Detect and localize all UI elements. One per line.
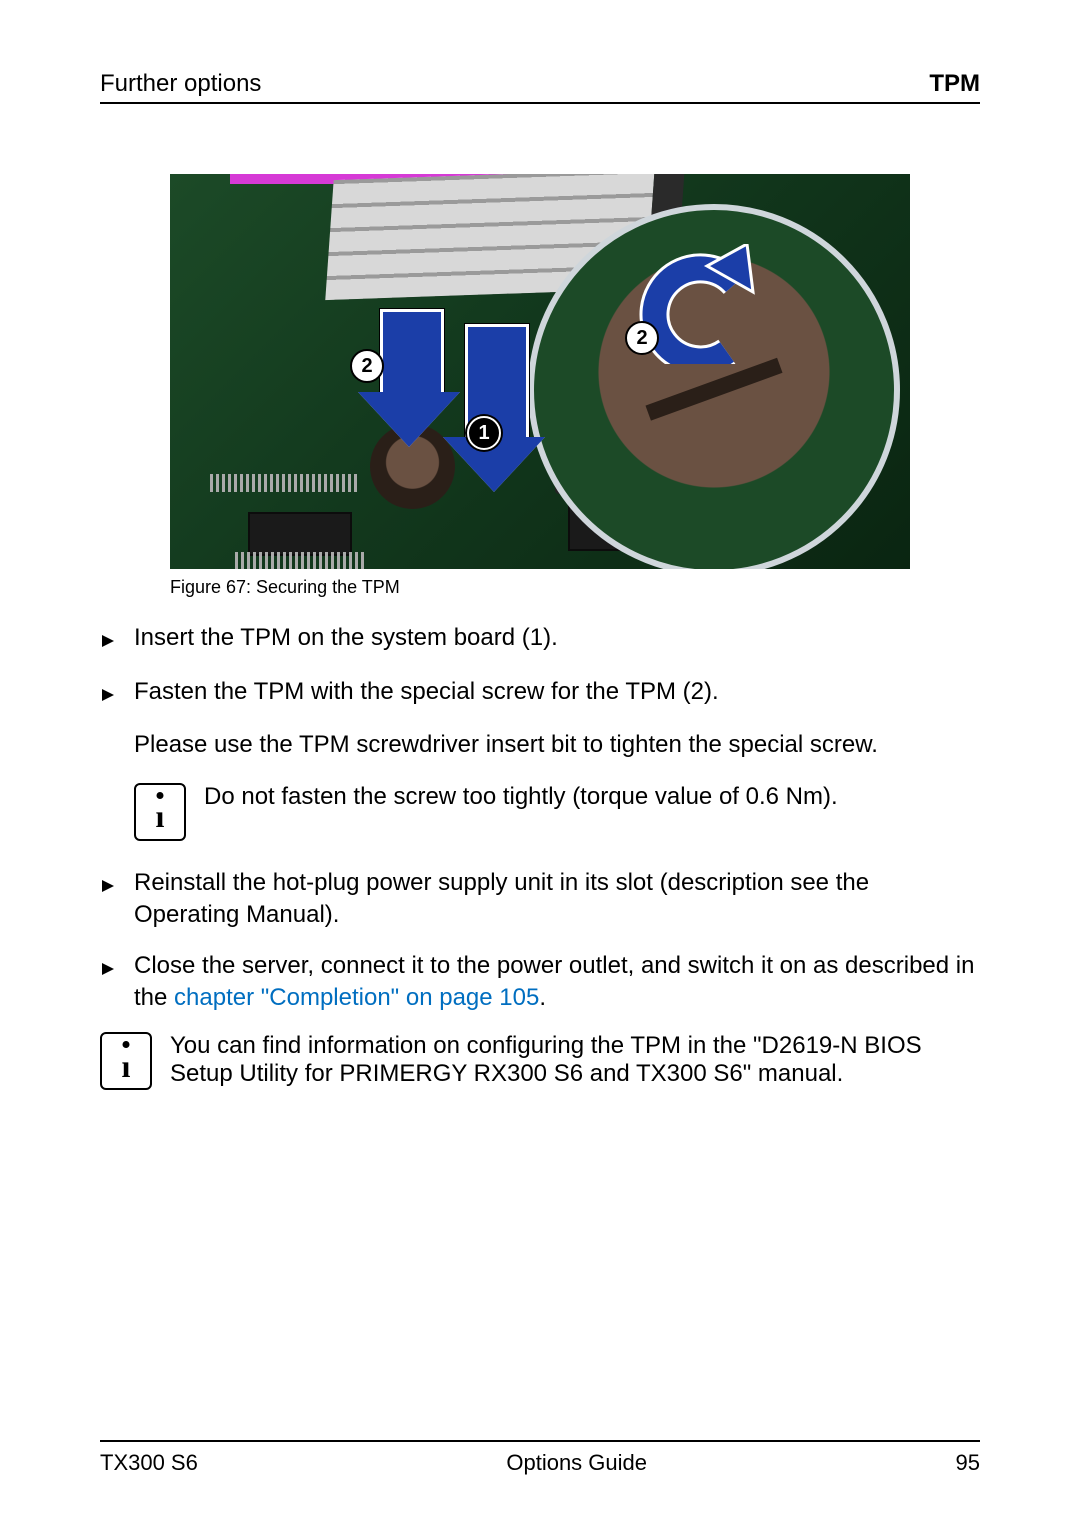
- info-text: You can find information on configuring …: [170, 1032, 980, 1090]
- info-icon: ı: [134, 783, 186, 841]
- callout-marker: 2: [350, 349, 384, 383]
- step-bullet-icon: [100, 950, 120, 1015]
- callout-marker: 2: [625, 321, 659, 355]
- step-bullet-icon: [100, 676, 120, 712]
- info-callout: ı You can find information on configurin…: [100, 1032, 980, 1090]
- step-bullet-icon: [100, 622, 120, 658]
- header-section: Further options: [100, 70, 261, 98]
- step-bullet-icon: [100, 867, 120, 932]
- callout-marker: 1: [467, 416, 501, 450]
- page-header: Further options TPM: [100, 70, 980, 104]
- screw-slot: [645, 358, 782, 421]
- link-completion-chapter[interactable]: chapter "Completion" on page 105: [174, 984, 539, 1011]
- info-text: Do not fasten the screw too tightly (tor…: [204, 783, 838, 841]
- step-text: Insert the TPM on the system board (1).: [134, 622, 558, 658]
- figure-securing-tpm: 2 1 2: [170, 174, 910, 569]
- step-item: Fasten the TPM with the special screw fo…: [100, 676, 980, 712]
- step-item: Reinstall the hot-plug power supply unit…: [100, 867, 980, 932]
- header-topic: TPM: [929, 70, 980, 98]
- chip-pins: [210, 474, 360, 492]
- info-icon: ı: [100, 1032, 152, 1090]
- step-text: Close the server, connect it to the powe…: [134, 950, 980, 1015]
- chip-pins: [235, 552, 365, 569]
- step-text: Reinstall the hot-plug power supply unit…: [134, 867, 980, 932]
- arrow-down-icon: [465, 324, 545, 492]
- figure-caption: Figure 67: Securing the TPM: [170, 577, 910, 598]
- step-item: Insert the TPM on the system board (1).: [100, 622, 980, 658]
- info-callout: ı Do not fasten the screw too tightly (t…: [134, 783, 980, 841]
- footer-model: TX300 S6: [100, 1450, 198, 1476]
- footer-title: Options Guide: [506, 1450, 647, 1476]
- footer-page-number: 95: [956, 1450, 980, 1476]
- step-note: Please use the TPM screwdriver insert bi…: [134, 731, 980, 759]
- step-text: Fasten the TPM with the special screw fo…: [134, 676, 719, 712]
- step-item: Close the server, connect it to the powe…: [100, 950, 980, 1015]
- page-footer: TX300 S6 Options Guide 95: [100, 1440, 980, 1476]
- arrow-down-icon: [380, 309, 460, 447]
- ic-chip: [250, 514, 350, 554]
